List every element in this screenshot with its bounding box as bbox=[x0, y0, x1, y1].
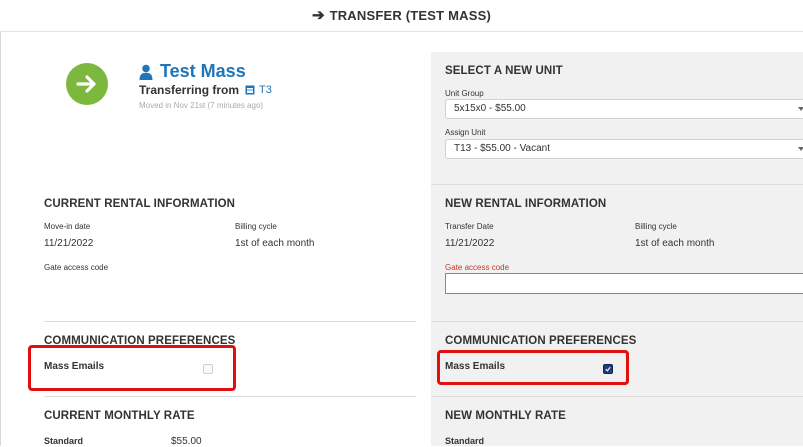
current-standard-label: Standard bbox=[44, 436, 84, 446]
unit-group-value: 5x15x0 - $55.00 bbox=[454, 103, 526, 114]
move-in-date-label: Move-in date bbox=[44, 222, 91, 231]
unit-group-label: Unit Group bbox=[445, 89, 484, 98]
person-icon bbox=[139, 64, 153, 80]
assign-unit-label: Assign Unit bbox=[445, 128, 486, 137]
tenant-name-text: Test Mass bbox=[160, 61, 246, 81]
billing-cycle-value: 1st of each month bbox=[235, 238, 315, 249]
new-rental-title: NEW RENTAL INFORMATION bbox=[445, 198, 607, 210]
transfer-date-label: Transfer Date bbox=[445, 222, 494, 231]
move-in-date-value: 11/21/2022 bbox=[44, 238, 94, 249]
new-standard-label: Standard bbox=[445, 436, 485, 446]
transfer-from: Transferring from T3 bbox=[139, 83, 272, 97]
new-billing-cycle-label: Billing cycle bbox=[635, 222, 677, 231]
current-rate-title: CURRENT MONTHLY RATE bbox=[44, 410, 195, 422]
tenant-name[interactable]: Test Mass bbox=[139, 61, 246, 82]
from-unit-link[interactable]: T3 bbox=[259, 84, 272, 96]
unit-group-select[interactable]: 5x15x0 - $55.00 bbox=[445, 99, 803, 119]
divider bbox=[44, 396, 416, 397]
transfer-arrow-icon bbox=[66, 63, 108, 105]
gate-access-label: Gate access code bbox=[44, 263, 109, 272]
arrow-right-icon: ➔ bbox=[311, 6, 325, 24]
billing-cycle-label: Billing cycle bbox=[235, 222, 277, 231]
divider bbox=[431, 321, 803, 322]
modal-header: ➔ TRANSFER (TEST MASS) bbox=[0, 0, 803, 32]
select-new-unit-title: SELECT A NEW UNIT bbox=[445, 65, 563, 77]
highlight-box-left bbox=[28, 345, 236, 391]
new-billing-cycle-value: 1st of each month bbox=[635, 238, 715, 249]
new-rate-title: NEW MONTHLY RATE bbox=[445, 410, 566, 422]
unit-icon bbox=[245, 85, 255, 95]
assign-unit-value: T13 - $55.00 - Vacant bbox=[454, 143, 550, 154]
divider bbox=[431, 184, 803, 185]
new-comm-prefs-title: COMMUNICATION PREFERENCES bbox=[445, 335, 637, 347]
current-standard-value: $55.00 bbox=[171, 436, 202, 447]
divider bbox=[44, 321, 416, 322]
transfer-date-value: 11/21/2022 bbox=[445, 238, 495, 249]
moved-in-note: Moved in Nov 21st (7 minutes ago) bbox=[139, 101, 264, 110]
assign-unit-select[interactable]: T13 - $55.00 - Vacant bbox=[445, 139, 803, 159]
modal-title: TRANSFER (TEST MASS) bbox=[329, 8, 492, 23]
transfer-from-label: Transferring from bbox=[139, 83, 240, 97]
divider bbox=[431, 396, 803, 397]
new-gate-access-label: Gate access code bbox=[445, 263, 510, 272]
chevron-down-icon bbox=[798, 147, 803, 151]
highlight-box-right bbox=[437, 350, 629, 385]
gate-access-code-input[interactable] bbox=[445, 273, 803, 294]
current-rental-title: CURRENT RENTAL INFORMATION bbox=[44, 198, 236, 210]
chevron-down-icon bbox=[798, 107, 803, 111]
left-divider bbox=[0, 31, 1, 446]
